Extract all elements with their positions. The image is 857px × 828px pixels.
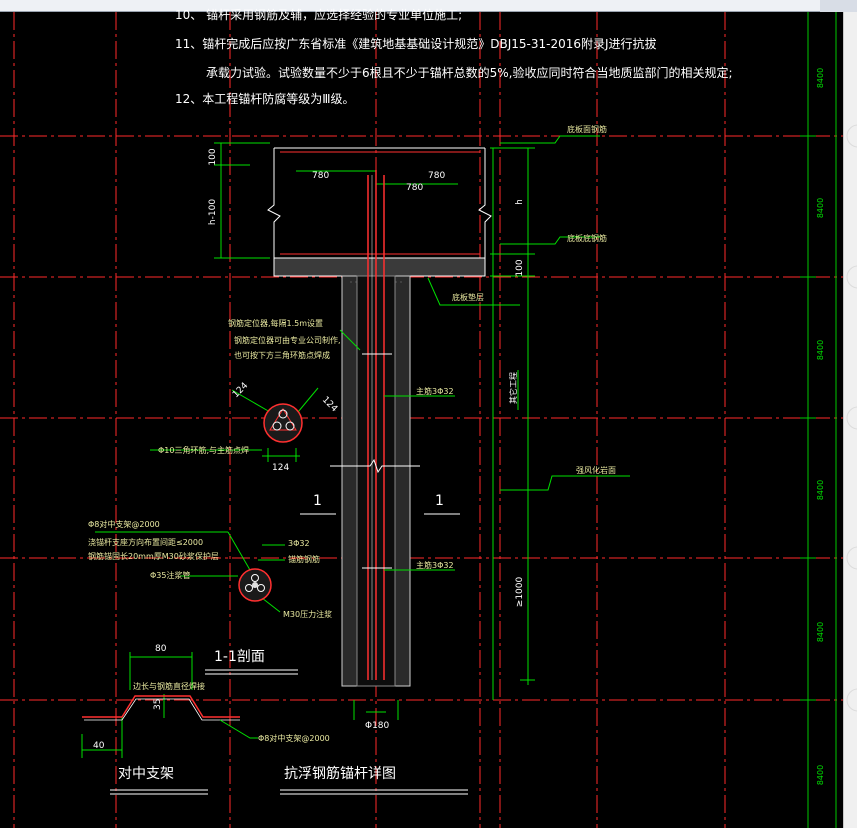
label-triangle-ring: Φ10三角环筋,与主筋点焊 (158, 445, 249, 455)
bracket-label: Φ8对中支架@2000 (258, 733, 330, 743)
grid-dim-1: 8400 (816, 68, 825, 88)
title-bracket: 对中支架 (118, 766, 174, 782)
dim-124-c: 124 (272, 463, 289, 473)
dim-100-right: 100 (515, 259, 525, 276)
label-main-bar-1: 主筋3Φ32 (416, 386, 454, 396)
note-line-11b: 承载力试验。试验数量不少于6根且不少于锚杆总数的5%,验收应同时符合当地质监部门… (206, 65, 733, 80)
support-note-1: Φ8对中支架@2000 (88, 519, 160, 529)
label-m30: M30压力注浆 (283, 609, 332, 619)
axis-lines (0, 12, 843, 828)
support-note-3: 钢筋锚固长20mm厚M30砂浆保护层 (88, 551, 219, 561)
dim-40: 40 (93, 741, 105, 751)
dim-1000: ≥1000 (515, 577, 525, 608)
grid-dim-6: 8400 (816, 765, 825, 785)
dim-124-b: 124 (320, 395, 339, 414)
dowel-note-1: 钢筋定位器,每隔1.5m设置 (228, 318, 323, 328)
bracket-note: 边长与钢筋直径焊接 (133, 681, 205, 691)
label-grout-pipe: Φ35注浆管 (150, 570, 190, 580)
label-bottom-rebar: 底板底钢筋 (567, 233, 607, 243)
dim-780-right-b: 780 (406, 183, 423, 193)
dim-180: Φ180 (365, 721, 390, 731)
bracket-detail (81, 652, 258, 758)
dowel-note-2: 钢筋定位器可由专业公司制作, (234, 335, 341, 345)
grid-dim-2: 8400 (816, 198, 825, 218)
grid-dim-5: 8400 (816, 622, 825, 642)
support-note-2: 浇锚杆支座方向布置间距≤2000 (88, 537, 203, 547)
label-anchor-bar: 锚筋钢筋 (288, 554, 320, 564)
title-underlines (110, 789, 468, 795)
grid-dim-3: 8400 (816, 340, 825, 360)
dim-35: 35 (153, 699, 163, 710)
dim-124-a: 124 (231, 381, 250, 400)
section-mark-left: 1 (313, 493, 322, 509)
label-top-rebar: 底板面钢筋 (567, 124, 607, 134)
title-anchor-detail: 抗浮钢筋锚杆详图 (284, 765, 396, 782)
grid-dimension-line (800, 12, 837, 828)
note-line-12: 12、本工程锚杆防腐等级为Ⅲ级。 (175, 91, 355, 106)
section-title-underline (205, 669, 298, 675)
grid-dim-4: 8400 (816, 480, 825, 500)
dim-h: h (515, 199, 525, 205)
label-rock-face: 强风化岩面 (576, 465, 616, 475)
slab-section (267, 147, 492, 277)
dim-780-left: 780 (312, 171, 329, 181)
note-line-10: 10、 锚杆采用钢筋及辅，应选择经验的专业单位施工; (175, 7, 462, 22)
note-line-11a: 11、锚杆完成后应按广东省标准《建筑地基基础设计规范》DBJ15-31-2016… (175, 36, 657, 51)
dowel-note-3: 也可按下方三角环筋点焊成 (234, 350, 330, 360)
dim-h-100: h-100 (208, 199, 218, 225)
dim-780-right: 780 (428, 171, 445, 181)
section-mark-right: 1 (435, 493, 444, 509)
label-main-bar-2: 主筋3Φ32 (416, 560, 454, 570)
cad-drawing-canvas[interactable]: 8400 8400 8400 8400 8400 8400 10、 锚杆采用钢筋… (0, 0, 857, 828)
section-title: 1-1剖面 (214, 649, 265, 665)
axis-bubbles (846, 124, 857, 712)
dim-80: 80 (155, 644, 167, 654)
anchor-hole (330, 170, 420, 687)
label-3-bars: 3Φ32 (288, 539, 310, 548)
label-cushion: 底板垫层 (452, 292, 484, 302)
dim-100-top: 100 (208, 148, 218, 165)
bar-length-label: 其它工程 (508, 372, 518, 404)
